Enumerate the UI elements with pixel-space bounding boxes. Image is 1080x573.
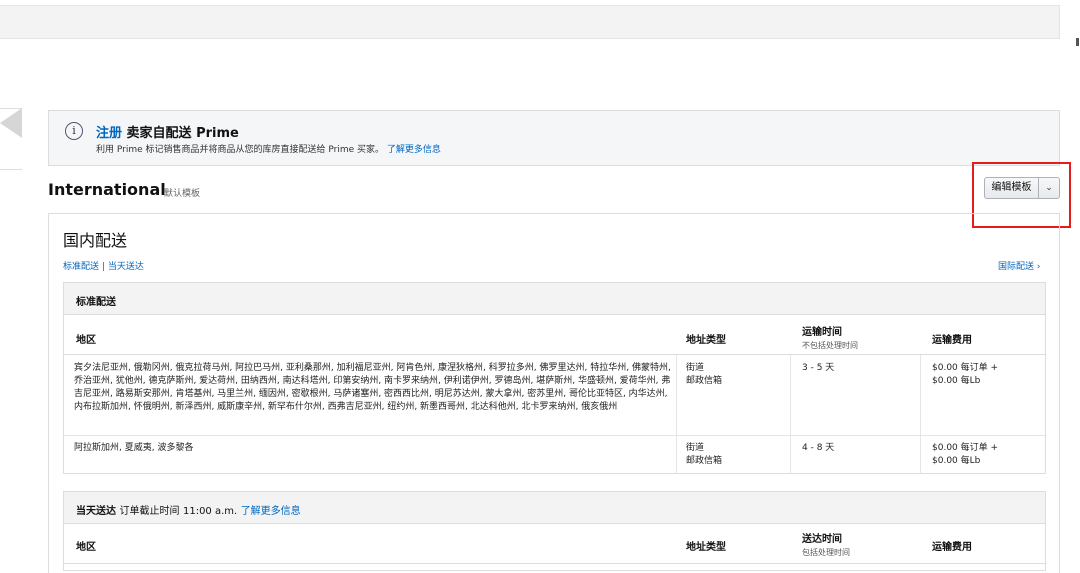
prime-banner-description: 利用 Prime 标记销售商品并将商品从您的库房直接配送给 Prime 买家。 … <box>96 142 441 155</box>
header-address-type: 地址类型 <box>686 335 726 346</box>
prime-description-text: 利用 Prime 标记销售商品并将商品从您的库房直接配送给 Prime 买家。 <box>96 145 384 155</box>
delivery-time-label: 送达时间 <box>802 534 842 545</box>
same-day-learn-more-link[interactable]: 了解更多信息 <box>241 506 301 517</box>
table-row: 宾夕法尼亚州, 俄勒冈州, 俄克拉荷马州, 阿拉巴马州, 亚利桑那州, 加利福尼… <box>64 355 1045 436</box>
collapse-arrow-icon[interactable] <box>0 108 22 138</box>
transit-time-note: 不包括处理时间 <box>802 341 858 350</box>
row-address-type: 街道 邮政信箱 <box>686 442 722 468</box>
transit-time-label: 运输时间 <box>802 327 842 338</box>
row-regions: 宾夕法尼亚州, 俄勒冈州, 俄克拉荷马州, 阿拉巴马州, 亚利桑那州, 加利福尼… <box>74 363 671 412</box>
standard-shipping-link[interactable]: 标准配送 <box>63 262 99 272</box>
header-shipping-fee: 运输费用 <box>932 335 972 346</box>
header-delivery-time: 送达时间 包括处理时间 <box>802 530 850 558</box>
address-po-box: 邮政信箱 <box>686 376 723 386</box>
domestic-shipping-title: 国内配送 <box>63 231 128 250</box>
row-transit-time: 4 - 8 天 <box>802 443 835 453</box>
standard-shipping-table: 标准配送 地区 地址类型 运输时间 不包括处理时间 运输费用 宾夕法尼亚州, 俄… <box>63 282 1046 474</box>
same-day-link[interactable]: 当天送达 <box>108 262 144 272</box>
prime-title-text: 卖家自配送 Prime <box>126 126 239 141</box>
address-street: 街道 <box>686 443 705 453</box>
table-header-row: 地区 地址类型 送达时间 包括处理时间 运输费用 <box>64 524 1045 564</box>
prime-banner-title: 注册 卖家自配送 Prime <box>96 122 239 141</box>
shipping-speed-links: 标准配送 | 当天送达 <box>63 259 144 272</box>
column-divider <box>790 355 791 474</box>
delivery-time-note: 包括处理时间 <box>802 548 850 557</box>
address-street: 街道 <box>686 363 705 373</box>
header-address-type: 地址类型 <box>686 542 726 553</box>
standard-section-header: 标准配送 <box>64 283 1045 315</box>
link-separator: | <box>101 262 105 272</box>
same-day-table: 当天送达 订单截止时间 11:00 a.m. 了解更多信息 地区 地址类型 送达… <box>63 491 1046 571</box>
cutoff-label: 订单截止时间 <box>119 506 180 517</box>
column-divider <box>676 355 677 474</box>
header-transit-time: 运输时间 不包括处理时间 <box>802 323 858 351</box>
fee-per-lb: $0.00 每Lb <box>932 376 981 386</box>
fee-per-lb: $0.00 每Lb <box>932 456 981 466</box>
default-template-label: 默认模板 <box>164 189 201 199</box>
fee-per-order: $0.00 每订单 + <box>932 443 999 453</box>
header-shipping-fee: 运输费用 <box>932 542 972 553</box>
international-shipping-link[interactable]: 国际配送 › <box>998 259 1040 272</box>
template-name: International <box>48 180 166 199</box>
prime-learn-more-link[interactable]: 了解更多信息 <box>387 145 441 155</box>
address-po-box: 邮政信箱 <box>686 456 723 466</box>
column-divider <box>920 355 921 474</box>
header-region: 地区 <box>76 542 96 553</box>
cutoff-time: 11:00 a.m. <box>182 506 238 517</box>
top-navigation-bar <box>0 5 1060 39</box>
info-icon: i <box>65 122 83 140</box>
row-shipping-fee: $0.00 每订单 + $0.00 每Lb <box>932 362 998 388</box>
row-regions: 阿拉斯加州, 夏威夷, 波多黎各 <box>74 443 194 453</box>
table-header-row: 地区 地址类型 运输时间 不包括处理时间 运输费用 <box>64 315 1045 355</box>
scroll-marker <box>1076 38 1079 46</box>
register-link[interactable]: 注册 <box>96 126 122 141</box>
prime-banner: i 注册 卖家自配送 Prime 利用 Prime 标记销售商品并将商品从您的库… <box>48 110 1060 166</box>
table-row: 阿拉斯加州, 夏威夷, 波多黎各 街道 邮政信箱 4 - 8 天 $0.00 每… <box>64 436 1045 474</box>
row-address-type: 街道 邮政信箱 <box>686 362 722 388</box>
row-shipping-fee: $0.00 每订单 + $0.00 每Lb <box>932 442 998 468</box>
same-day-section-header: 当天送达 订单截止时间 11:00 a.m. 了解更多信息 <box>64 492 1045 524</box>
same-day-title: 当天送达 <box>76 506 116 517</box>
header-region: 地区 <box>76 335 96 346</box>
fee-per-order: $0.00 每订单 + <box>932 363 999 373</box>
row-transit-time: 3 - 5 天 <box>802 363 835 373</box>
